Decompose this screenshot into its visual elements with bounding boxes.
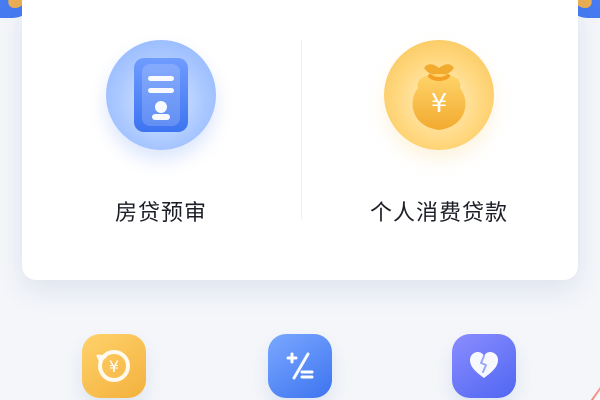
money-bag-icon: ¥	[384, 40, 494, 150]
heart-button[interactable]	[452, 334, 516, 398]
yen-glyph: ¥	[109, 357, 119, 376]
yen-refresh-button[interactable]: ¥	[82, 334, 146, 398]
document-stamp-icon	[106, 40, 216, 150]
personal-consumer-loan-label: 个人消费贷款	[369, 201, 508, 226]
bottom-shortcuts: ¥	[0, 330, 600, 400]
money-bag-yen-glyph: ¥	[431, 89, 448, 119]
mortgage-prequal-entry[interactable]: 房贷预审	[51, 40, 271, 240]
card-divider	[301, 40, 302, 220]
heart-icon	[470, 352, 498, 378]
calculator-button[interactable]	[268, 334, 332, 398]
personal-consumer-loan-entry[interactable]: ¥ 个人消费贷款	[329, 40, 549, 240]
calculator-plus-slash-equals-icon	[286, 352, 314, 380]
loan-services-card: 房贷预审 ¥ 个人消费贷款	[22, 0, 578, 280]
mortgage-prequal-label: 房贷预审	[114, 201, 207, 226]
